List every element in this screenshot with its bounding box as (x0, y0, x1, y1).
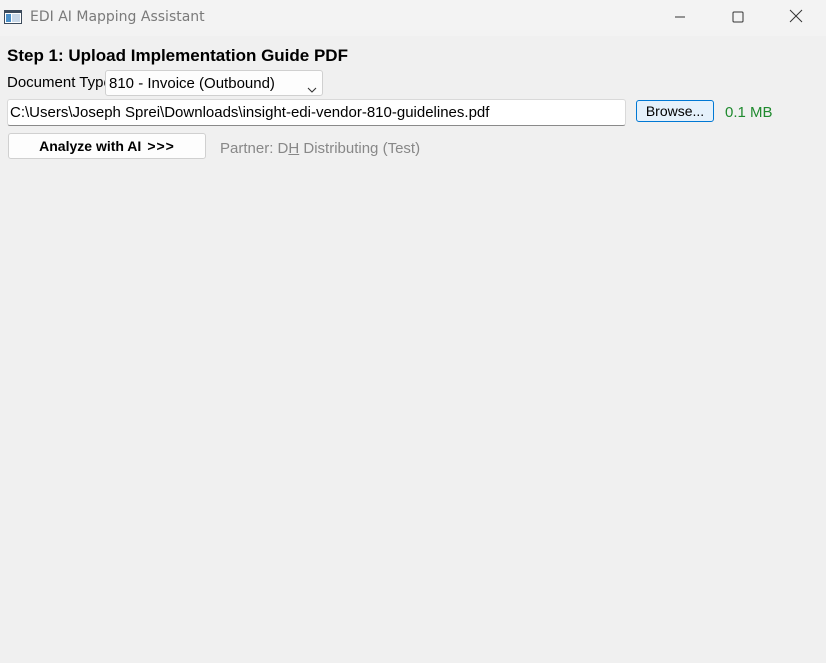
maximize-button[interactable] (709, 0, 767, 34)
chevron-down-icon (307, 79, 317, 93)
minimize-icon (674, 8, 686, 27)
document-type-value: 810 - Invoice (Outbound) (109, 75, 275, 92)
analyze-button-label: Analyze with AI (39, 138, 142, 154)
title-bar[interactable]: EDI AI Mapping Assistant (0, 0, 826, 36)
maximize-icon (732, 8, 744, 27)
document-type-label: Document Type: (7, 74, 106, 91)
close-icon (789, 8, 803, 27)
minimize-button[interactable] (651, 0, 709, 34)
window-title: EDI AI Mapping Assistant (30, 9, 205, 25)
partner-suffix: Distributing (Test) (299, 140, 421, 157)
analyze-with-ai-button[interactable]: Analyze with AI >>> (8, 133, 206, 159)
browse-button[interactable]: Browse... (636, 100, 714, 122)
file-size-label: 0.1 MB (725, 104, 773, 121)
partner-underlined-letter: H (288, 140, 300, 157)
main-window: EDI AI Mapping Assistant Step 1: Upload … (0, 0, 826, 663)
pdf-path-input[interactable] (7, 99, 626, 126)
partner-label: Partner: DH Distributing (Test) (220, 140, 420, 157)
partner-prefix: Partner: D (220, 140, 289, 157)
step-1-heading: Step 1: Upload Implementation Guide PDF (7, 46, 348, 65)
close-button[interactable] (767, 0, 825, 34)
analyze-button-arrows: >>> (147, 138, 175, 154)
app-window-icon (4, 9, 22, 24)
document-type-dropdown[interactable]: 810 - Invoice (Outbound) (105, 70, 323, 96)
